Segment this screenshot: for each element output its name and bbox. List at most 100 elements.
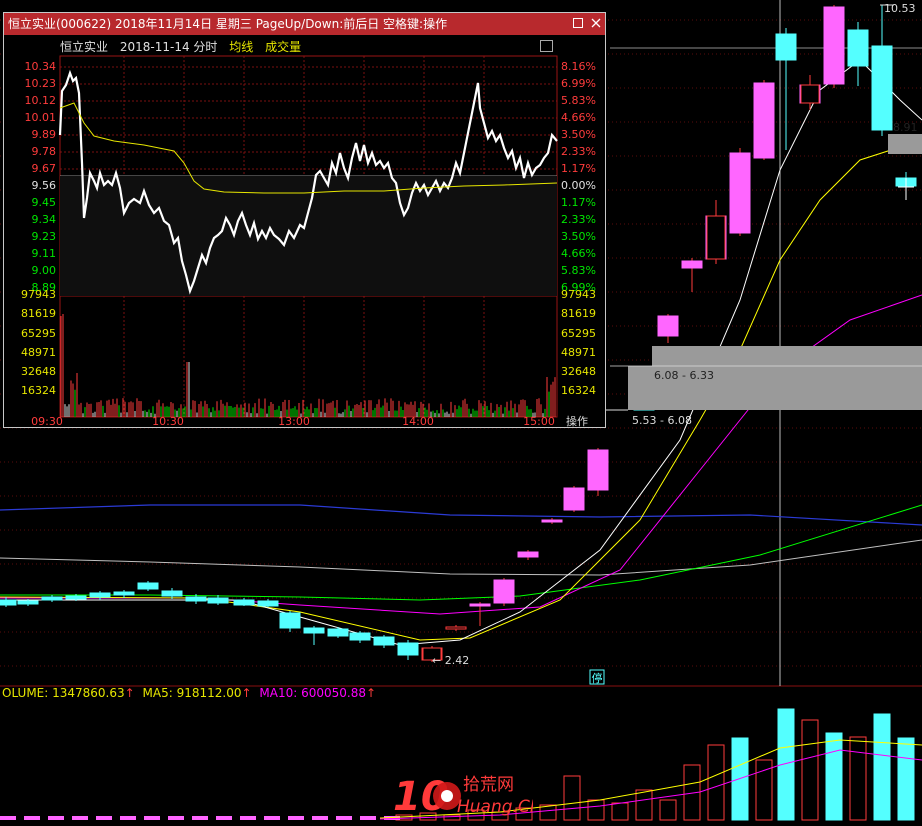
right-price-label: 8.91 — [893, 121, 918, 134]
site-watermark: 10 拾荒网 Huang.CN — [393, 770, 543, 826]
candle-body-down — [185, 596, 207, 602]
price-tick-label: 9.67 — [32, 162, 57, 175]
percent-tick-label: 4.66% — [561, 111, 596, 124]
candle-body-down — [41, 596, 63, 601]
volume-bar — [707, 744, 725, 821]
suspend-label: 停 — [592, 671, 603, 685]
candle-body-down — [233, 599, 255, 606]
watermark-cn: 拾荒网 — [463, 775, 514, 795]
volume-bar-small — [144, 816, 160, 820]
volume-bar — [563, 775, 581, 821]
candle-body-up — [445, 626, 467, 630]
candle-body-up — [729, 152, 751, 234]
candle-body-down — [397, 642, 419, 656]
candle-body-down — [257, 600, 279, 607]
price-tick-label: 9.89 — [32, 128, 57, 141]
intraday-volume-bars — [60, 313, 556, 417]
candle-body-up — [563, 487, 585, 511]
volume-bar-small — [312, 816, 328, 820]
volume-tick-label: 48971 — [21, 346, 56, 359]
volume-bar — [897, 737, 915, 821]
candle-body-down — [65, 595, 87, 600]
price-tick-label: 9.23 — [32, 230, 57, 243]
price-tick-label: 9.45 — [32, 196, 57, 209]
price-tick-label: 9.00 — [32, 264, 57, 277]
time-tick-label: 15:00 — [523, 415, 555, 428]
candle-body-up — [517, 551, 539, 558]
intraday-popup-window[interactable]: 恒立实业(000622) 2018年11月14日 星期三 PageUp/Down… — [3, 12, 606, 428]
operate-label: 操作 — [566, 414, 588, 428]
percent-tick-label: 1.17% — [561, 196, 596, 209]
volume-bar-small — [120, 816, 136, 820]
intraday-chart[interactable]: 10.34 10.23 10.12 10.01 9.89 9.78 9.67 9.56 9.45… — [4, 13, 607, 429]
watermark-en: Huang.CN — [457, 797, 533, 817]
percent-tick-label: 2.33% — [561, 213, 596, 226]
volume-tick-label: 81619 — [21, 307, 56, 320]
volume-bar-small — [264, 816, 280, 820]
candle-body-down — [137, 582, 159, 590]
percent-tick-label: 3.50% — [561, 230, 596, 243]
candle-body-down — [113, 591, 135, 596]
candle-body-down — [279, 612, 301, 629]
volume-bar-small — [216, 816, 232, 820]
volume-bar — [849, 736, 867, 821]
time-tick-label: 13:00 — [278, 415, 310, 428]
resistance-zone-upper — [652, 346, 922, 366]
volume-tick-label-right: 16324 — [561, 384, 596, 397]
volume-bar-small — [288, 816, 304, 820]
price-tick-label: 9.78 — [32, 145, 57, 158]
volume-bar-small — [96, 816, 112, 820]
volume-bar — [659, 799, 677, 821]
candle-body-up — [681, 260, 703, 269]
price-tick-label: 10.12 — [25, 94, 57, 107]
candle-body-down — [17, 600, 39, 605]
time-tick-label: 10:30 — [152, 415, 184, 428]
volume-bar — [825, 732, 843, 821]
candle-body-down — [871, 45, 893, 131]
volume-bar-small — [192, 816, 208, 820]
percent-tick-label: 5.83% — [561, 94, 596, 107]
percent-tick-label: 3.50% — [561, 128, 596, 141]
percent-tick-label: 1.17% — [561, 162, 596, 175]
candle-body-hollow — [706, 215, 726, 260]
ma5-arrow: ↑ — [241, 686, 252, 700]
candle-body-down — [327, 628, 349, 637]
volume-bar-small — [48, 816, 64, 820]
time-tick-label: 09:30 — [31, 415, 63, 428]
volume-tick-label-right: 65295 — [561, 327, 596, 340]
candle-body-up — [657, 315, 679, 337]
volume-bar-small — [168, 816, 184, 820]
price-tick-label: 9.34 — [32, 213, 57, 226]
volume-indicator-line: OLUME: 1347860.63↑ MA5: 918112.00↑ MA10:… — [2, 686, 380, 700]
volume-bar — [611, 802, 629, 821]
volume-arrow: ↑ — [124, 686, 135, 700]
candle-body-down — [775, 33, 797, 61]
intraday-lower-fill — [60, 176, 557, 296]
volume-bar-small — [0, 816, 16, 820]
volume-ma5: MA5: 918112.00 — [142, 686, 242, 700]
percent-tick-label: 4.66% — [561, 247, 596, 260]
price-tick-label: 9.56 — [32, 179, 57, 192]
percent-tick-label: 0.00% — [561, 179, 596, 192]
intraday-gridlines — [59, 55, 558, 418]
candle-body-up — [587, 449, 609, 491]
percent-tick-label: 8.16% — [561, 60, 596, 73]
volume-bar-small — [24, 816, 40, 820]
volume-tick-label: 16324 — [21, 384, 56, 397]
resistance-zone-right — [888, 134, 922, 154]
volume-tick-label-right: 48971 — [561, 346, 596, 359]
volume-bar — [801, 719, 819, 821]
range-label-lower: 5.53 - 6.08 — [632, 414, 692, 427]
percent-tick-label: 5.83% — [561, 264, 596, 277]
ma250-line — [0, 539, 922, 576]
volume-tick-label: 97943 — [21, 288, 56, 301]
candle-body-down — [847, 29, 869, 67]
volume-tick-label: 65295 — [21, 327, 56, 340]
volume-tick-label-right: 81619 — [561, 307, 596, 320]
volume-bar-small — [240, 816, 256, 820]
price-tick-label: 10.23 — [25, 77, 57, 90]
low-price-label: ← 2.42 — [432, 654, 469, 667]
volume-tick-label: 32648 — [21, 365, 56, 378]
percent-tick-label: 2.33% — [561, 145, 596, 158]
price-tick-label: 9.11 — [32, 247, 57, 260]
